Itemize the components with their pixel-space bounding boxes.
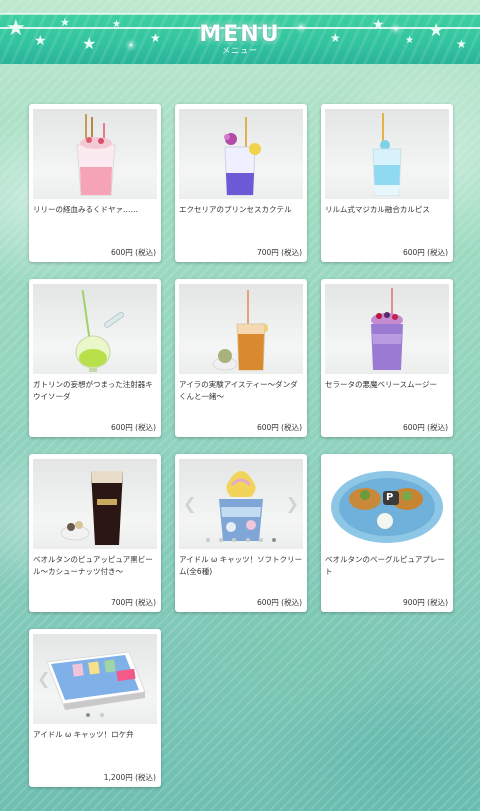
menu-item-card[interactable]: アイラの実験アイスティー〜ダンダくんと一緒〜 600円 (税込) <box>175 279 307 437</box>
carousel-dots[interactable] <box>33 702 157 721</box>
menu-item-card[interactable]: セラータの悪魔ベリースムージー 600円 (税込) <box>321 279 453 437</box>
item-name: リリーの経血みるくドヤァ…… <box>33 205 138 214</box>
item-price: 600円 (税込) <box>110 423 156 432</box>
item-price: 600円 (税込) <box>256 423 302 432</box>
carousel-dot[interactable] <box>232 538 237 542</box>
item-photo <box>33 459 157 549</box>
item-price: 600円 (税込) <box>256 598 302 607</box>
page-subtitle: メニュー <box>222 46 258 55</box>
item-photo: ❮ ❯ <box>179 459 303 549</box>
carousel-dot[interactable] <box>99 713 104 717</box>
item-name: セラータの悪魔ベリースムージー <box>325 380 437 389</box>
item-photo <box>33 284 157 374</box>
item-name: ガトリンの妄想がつまった注射器キウイソーダ <box>33 380 153 401</box>
item-price: 600円 (税込) <box>110 248 156 257</box>
parking-sign-icon: P <box>386 492 394 503</box>
page-title: MENU <box>199 22 281 47</box>
chevron-left-icon[interactable]: ❮ <box>183 494 196 513</box>
item-price: 900円 (税込) <box>402 598 448 607</box>
menu-item-card[interactable]: ❮ アイドル ω キャッツ！ロケ弁 1,200円 (税込) <box>29 629 161 787</box>
menu-item-card[interactable]: リルム式マジカル融合カルピス 600円 (税込) <box>321 104 453 262</box>
carousel-dot-active[interactable] <box>86 713 91 717</box>
menu-item-card[interactable]: エクセリアのプリンセスカクテル 700円 (税込) <box>175 104 307 262</box>
item-name: リルム式マジカル融合カルピス <box>325 205 430 214</box>
item-price: 1,200円 (税込) <box>103 773 156 782</box>
item-price: 700円 (税込) <box>110 598 156 607</box>
carousel-dot[interactable] <box>206 538 211 542</box>
item-photo <box>325 284 449 374</box>
item-photo <box>325 109 449 199</box>
carousel-dot[interactable] <box>219 538 224 542</box>
item-price: 700円 (税込) <box>256 248 302 257</box>
carousel-dots[interactable] <box>179 527 303 546</box>
item-name: エクセリアのプリンセスカクテル <box>179 205 292 214</box>
carousel-dot[interactable] <box>258 538 263 542</box>
item-name: アイラの実験アイスティー〜ダンダくんと一緒〜 <box>179 380 298 401</box>
chevron-left-icon[interactable]: ❮ <box>37 669 50 688</box>
item-price: 600円 (税込) <box>402 248 448 257</box>
item-name: アイドル ω キャッツ！ソフトクリーム(全6種) <box>179 555 303 576</box>
item-name: ベオルタンのピュアッピュア黒ビール〜カシューナッツ付き〜 <box>33 555 153 576</box>
menu-item-card[interactable]: ベオルタンのピュアッピュア黒ビール〜カシューナッツ付き〜 700円 (税込) <box>29 454 161 612</box>
menu-item-card[interactable]: P ベオルタンのベーグルピュアプレート 900円 (税込) <box>321 454 453 612</box>
chevron-right-icon[interactable]: ❯ <box>286 494 299 513</box>
item-photo <box>179 284 303 374</box>
menu-item-card[interactable]: ガトリンの妄想がつまった注射器キウイソーダ 600円 (税込) <box>29 279 161 437</box>
menu-item-card[interactable]: ❮ ❯ アイドル ω キャッツ！ソフトクリーム(全6種) 600円 (税込) <box>175 454 307 612</box>
carousel-dot[interactable] <box>245 538 250 542</box>
item-photo: P <box>325 459 449 549</box>
item-photo <box>179 109 303 199</box>
carousel-dot-active[interactable] <box>271 538 276 542</box>
item-name: アイドル ω キャッツ！ロケ弁 <box>33 730 134 739</box>
item-photo: ❮ <box>33 634 157 724</box>
menu-item-card[interactable]: リリーの経血みるくドヤァ…… 600円 (税込) <box>29 104 161 262</box>
item-photo <box>33 109 157 199</box>
item-name: ベオルタンのベーグルピュアプレート <box>325 555 445 576</box>
item-price: 600円 (税込) <box>402 423 448 432</box>
